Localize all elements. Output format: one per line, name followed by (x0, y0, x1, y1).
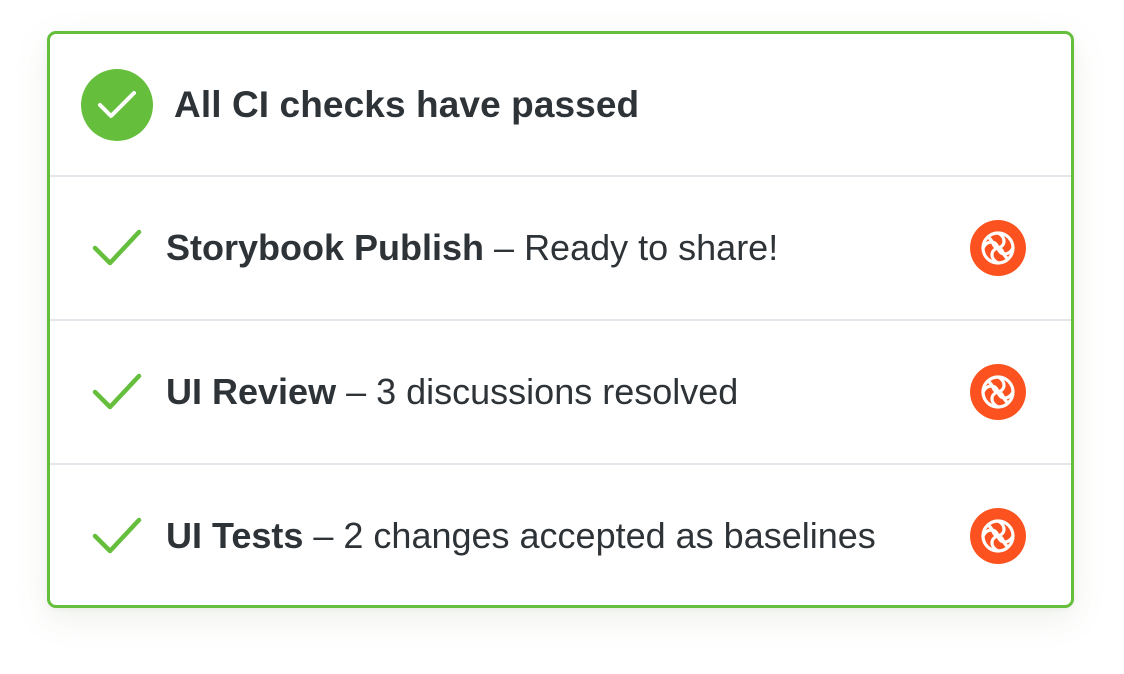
check-row-ui-tests[interactable]: UI Tests – 2 changes accepted as baselin… (50, 465, 1071, 605)
check-description: 2 changes accepted as baselines (343, 515, 876, 556)
check-separator: – (303, 515, 344, 556)
ci-status-card: All CI checks have passed Storybook Publ… (47, 31, 1074, 608)
check-description: Ready to share! (524, 227, 779, 268)
check-separator: – (336, 371, 377, 412)
check-row-text: Storybook Publish – Ready to share! (166, 227, 970, 269)
check-icon (92, 516, 142, 556)
check-icon (92, 228, 142, 268)
check-name: UI Tests (166, 515, 304, 556)
chromatic-logo-icon[interactable] (970, 220, 1026, 276)
check-circle-icon (81, 68, 153, 141)
check-row-text: UI Review – 3 discussions resolved (166, 371, 970, 413)
chromatic-logo-icon[interactable] (970, 508, 1026, 564)
ci-status-title: All CI checks have passed (174, 83, 640, 125)
check-icon (92, 372, 142, 412)
check-name: Storybook Publish (166, 227, 485, 268)
ci-status-header: All CI checks have passed (50, 34, 1071, 177)
check-name: UI Review (166, 371, 337, 412)
check-row-ui-review[interactable]: UI Review – 3 discussions resolved (50, 321, 1071, 465)
chromatic-logo-icon[interactable] (970, 364, 1026, 420)
check-description: 3 discussions resolved (376, 371, 739, 412)
check-separator: – (484, 227, 525, 268)
check-row-storybook-publish[interactable]: Storybook Publish – Ready to share! (50, 177, 1071, 321)
check-row-text: UI Tests – 2 changes accepted as baselin… (166, 515, 970, 557)
